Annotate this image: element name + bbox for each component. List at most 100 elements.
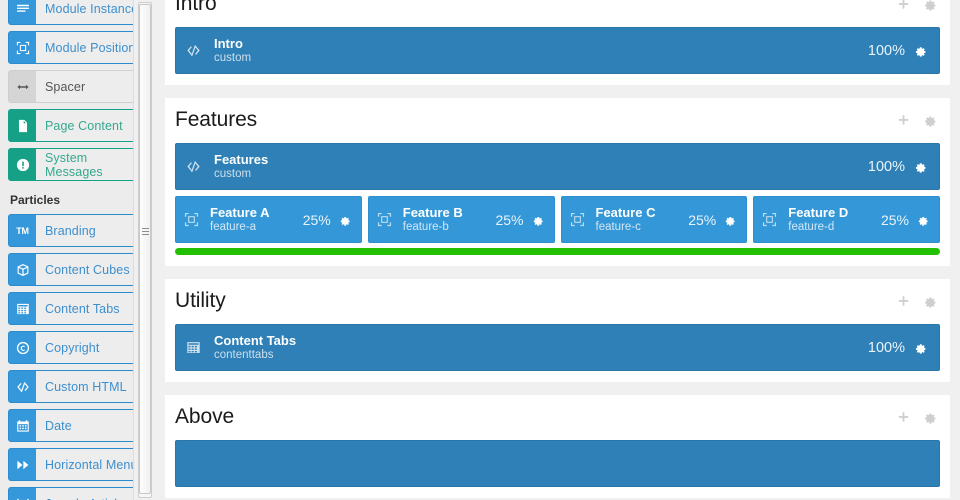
system-messages-icon xyxy=(9,149,36,180)
section-header: Utility xyxy=(175,289,940,324)
particle-item-label: Custom HTML xyxy=(36,371,146,402)
gear-icon[interactable] xyxy=(923,0,937,11)
block-percent: 100% xyxy=(867,339,905,356)
block-controls: 25% xyxy=(881,212,929,228)
calendar-icon xyxy=(9,410,36,441)
layout-block[interactable]: Content Tabs contenttabs 100% xyxy=(175,324,940,371)
plus-icon[interactable] xyxy=(897,295,910,308)
block-controls: 25% xyxy=(688,212,736,228)
particle-item-label: Content Cubes xyxy=(36,254,146,285)
layout-block[interactable]: Feature Dfeature-d 25% xyxy=(753,196,940,243)
sidebar-item-system-messages[interactable]: System Messages xyxy=(8,148,147,181)
copyright-icon xyxy=(9,332,36,363)
section-header: Features xyxy=(175,108,940,143)
block-text: Feature Dfeature-d xyxy=(788,205,848,234)
block-percent: 25% xyxy=(302,211,331,228)
section-card: Features Features custom 100% Feature Afeatu… xyxy=(165,98,950,266)
block-subtitle: feature-c xyxy=(595,221,641,233)
layout-block[interactable]: Feature Bfeature-b 25% xyxy=(367,196,555,243)
layout-builder-app: Module Instance Module Position Spacer Page… xyxy=(0,0,960,500)
block-gear-icon[interactable] xyxy=(914,44,927,57)
layout-sections-panel: Intro Intro custom 100% Features Features cust… xyxy=(155,0,960,500)
module-position-icon xyxy=(9,32,36,63)
child-block-row: Feature Afeature-a 25% Feature Bfeature-b 2… xyxy=(175,196,940,243)
plus-icon[interactable] xyxy=(897,411,910,424)
section-title: Intro xyxy=(175,0,217,15)
section-card: Utility Content Tabs contenttabs 100% xyxy=(165,279,950,382)
layout-block[interactable]: Feature Afeature-a 25% xyxy=(175,196,362,243)
particle-item-horizontal-menu[interactable]: Horizontal Menu xyxy=(8,448,147,481)
block-gear-icon[interactable] xyxy=(914,341,927,354)
block-subtitle: feature-a xyxy=(210,221,257,233)
particle-item-label: Copyright xyxy=(36,332,146,363)
section-actions xyxy=(897,0,940,11)
block-text: Feature Afeature-a xyxy=(210,205,269,234)
plus-icon[interactable] xyxy=(897,114,910,127)
layout-block[interactable] xyxy=(175,440,940,487)
block-subtitle: custom xyxy=(214,168,252,180)
sidebar-item-label: Page Content xyxy=(36,110,146,141)
sidebar-resize-grip[interactable] xyxy=(142,228,149,237)
block-gear-icon[interactable] xyxy=(339,214,351,226)
block-subtitle: feature-d xyxy=(788,221,835,233)
fast-forward-icon xyxy=(9,449,36,480)
particle-item-label: Joomla Articles xyxy=(36,488,146,500)
block-title: Content Tabs xyxy=(214,333,297,348)
sidebar-item-spacer[interactable]: Spacer xyxy=(8,70,147,103)
block-percent: 25% xyxy=(880,211,909,228)
particle-item-custom-html[interactable]: Custom HTML xyxy=(8,370,147,403)
gear-icon[interactable] xyxy=(923,410,937,424)
block-gear-icon[interactable] xyxy=(914,160,927,173)
block-gear-icon[interactable] xyxy=(532,214,544,226)
module-instance-icon xyxy=(9,0,36,24)
layout-block[interactable]: Feature Cfeature-c 25% xyxy=(560,196,748,243)
section-actions xyxy=(897,113,940,127)
code-icon xyxy=(186,159,214,174)
block-controls: 25% xyxy=(495,212,543,228)
particle-item-label: Horizontal Menu xyxy=(36,449,146,480)
layout-block[interactable]: Intro custom 100% xyxy=(175,27,940,74)
sidebar-item-page-content[interactable]: Page Content xyxy=(8,109,147,142)
particle-item-label: Branding xyxy=(36,215,146,246)
trademark-icon: TM xyxy=(16,225,29,236)
block-title: Feature D xyxy=(788,205,849,220)
block-gear-icon[interactable] xyxy=(917,214,929,226)
particle-item-label: Content Tabs xyxy=(36,293,146,324)
sidebar-splitter[interactable] xyxy=(133,0,155,500)
spacer-icon xyxy=(9,71,36,102)
particle-item-joomla-articles[interactable]: Joomla Articles xyxy=(8,487,147,500)
block-percent: 100% xyxy=(867,158,905,175)
block-title: Feature A xyxy=(210,205,270,220)
section-header: Above xyxy=(175,405,940,440)
sidebar-section-heading: Particles xyxy=(10,193,61,207)
grid-table-icon xyxy=(9,293,36,324)
module-position-icon xyxy=(377,212,403,227)
sidebar-item-module-instance[interactable]: Module Instance xyxy=(8,0,147,25)
sidebar-item-module-position[interactable]: Module Position xyxy=(8,31,147,64)
code-icon xyxy=(186,43,214,58)
sidebar-item-label: Module Instance xyxy=(36,0,146,24)
gear-icon[interactable] xyxy=(923,294,937,308)
block-subtitle: custom xyxy=(214,52,252,64)
section-card: Above xyxy=(165,395,950,498)
page-content-icon xyxy=(9,110,36,141)
sidebar-item-label: Module Position xyxy=(36,32,146,63)
module-position-icon xyxy=(570,212,596,227)
block-text: Feature Cfeature-c xyxy=(596,205,656,234)
block-title: Feature B xyxy=(402,205,463,220)
sidebar-scrollbar-thumb[interactable] xyxy=(139,4,151,494)
particle-item-content-cubes[interactable]: Content Cubes xyxy=(8,253,147,286)
plus-icon[interactable] xyxy=(897,0,910,11)
block-text: Features custom xyxy=(214,152,268,181)
particle-item-date[interactable]: Date xyxy=(8,409,147,442)
section-title: Above xyxy=(175,405,235,428)
block-controls: 100% xyxy=(868,159,927,175)
layout-block[interactable]: Features custom 100% xyxy=(175,143,940,190)
gear-icon[interactable] xyxy=(923,113,937,127)
sidebar-item-label: Spacer xyxy=(36,71,146,102)
block-gear-icon[interactable] xyxy=(724,214,736,226)
particle-item-branding[interactable]: TM Branding xyxy=(8,214,147,247)
particle-item-content-tabs[interactable]: Content Tabs xyxy=(8,292,147,325)
section-title: Utility xyxy=(175,289,226,312)
particle-item-copyright[interactable]: Copyright xyxy=(8,331,147,364)
